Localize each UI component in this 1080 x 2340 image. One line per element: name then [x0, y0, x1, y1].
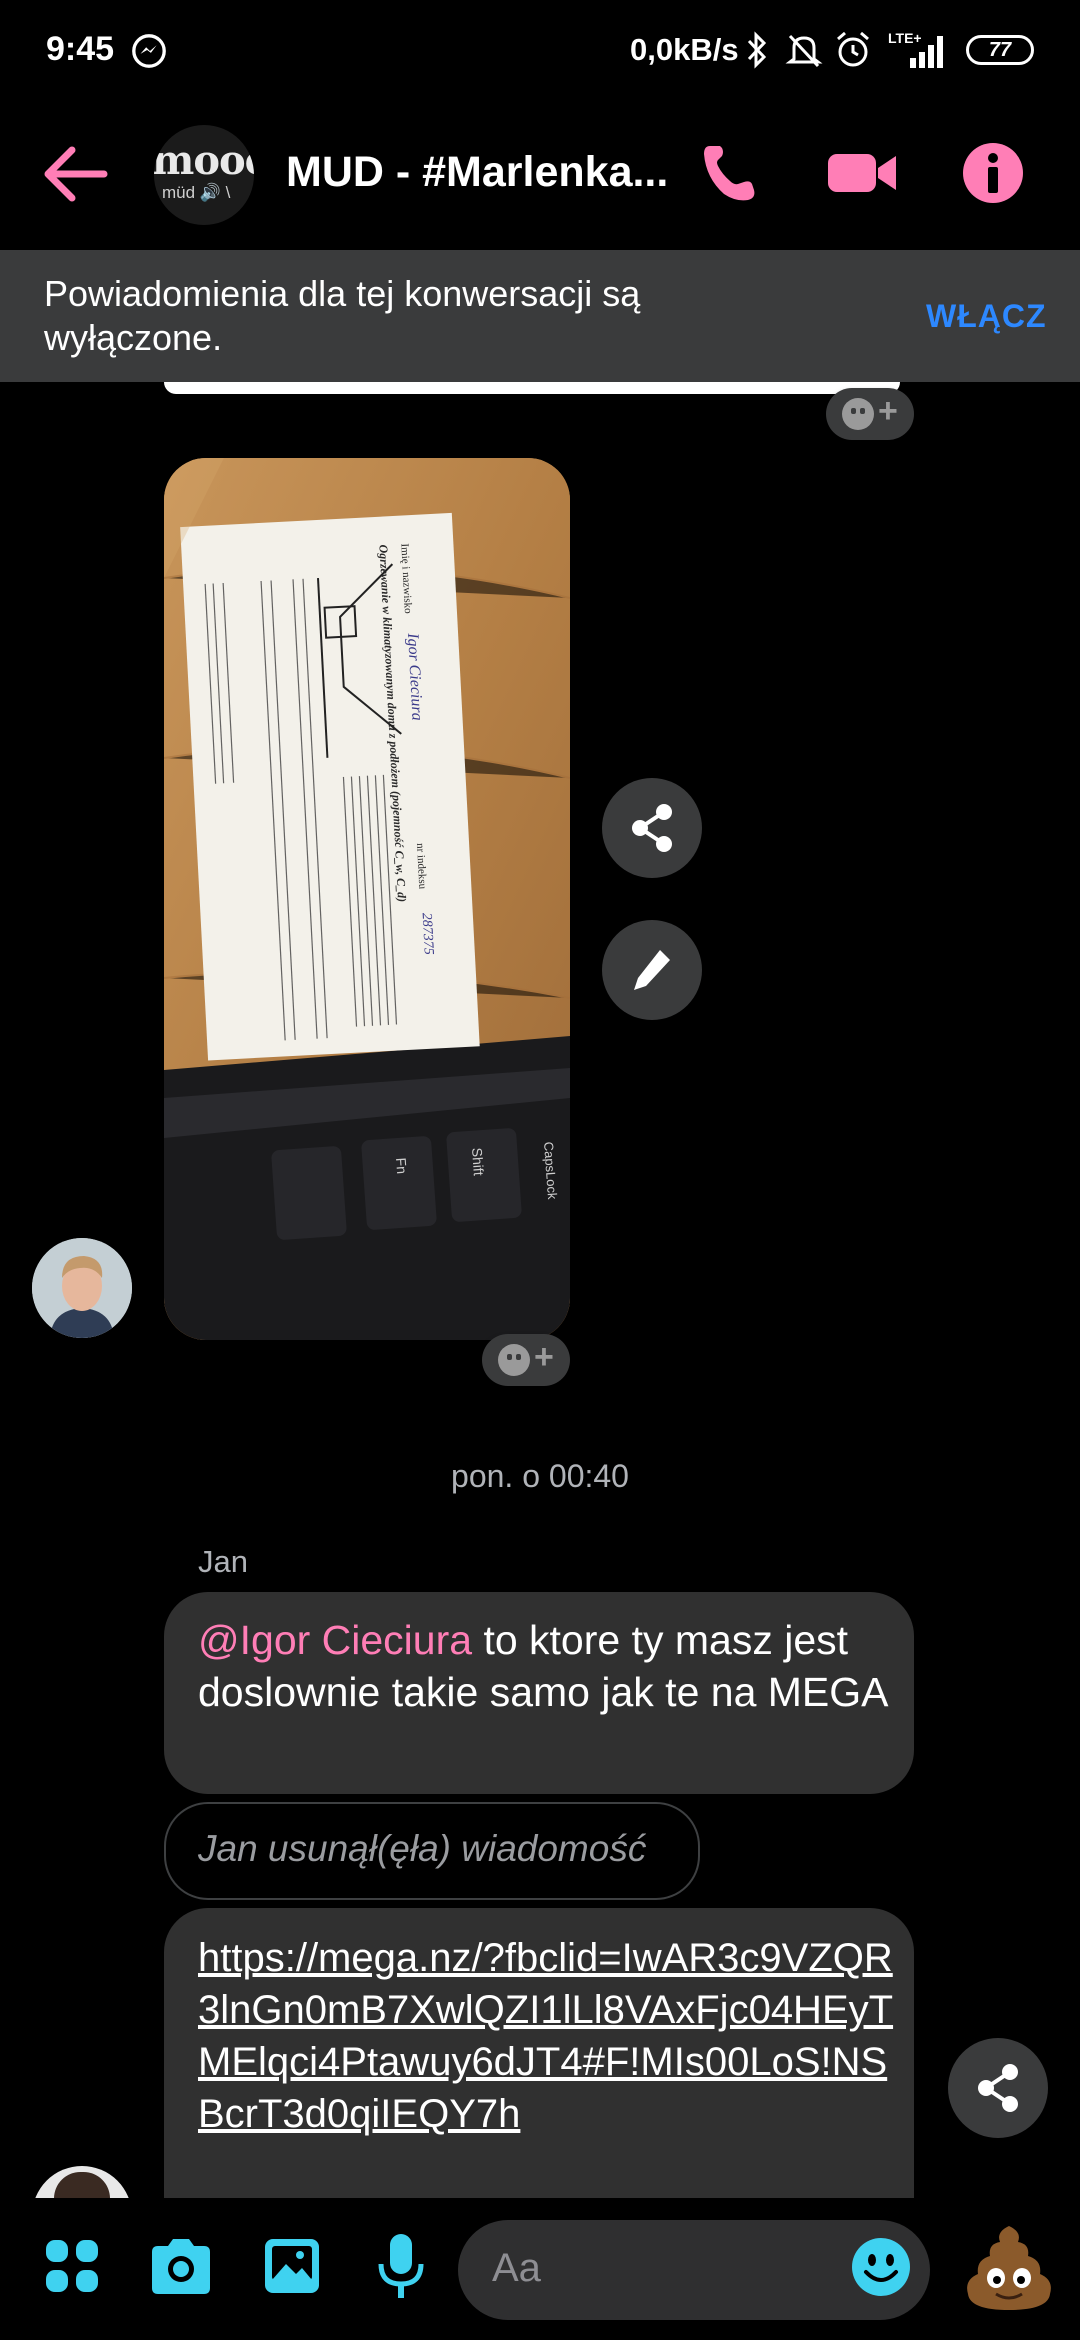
- poop-emoji-icon[interactable]: [962, 2222, 1056, 2316]
- avatar[interactable]: [32, 2166, 132, 2198]
- mention-link[interactable]: @Igor Cieciura: [198, 1617, 472, 1663]
- network-speed: 0,0kB/s: [630, 32, 739, 67]
- avatar-photo: [32, 1238, 132, 1338]
- avatar[interactable]: [32, 1238, 132, 1338]
- camera-icon[interactable]: [148, 2236, 214, 2296]
- message-timestamp: pon. o 00:40: [451, 1458, 629, 1494]
- video-call-icon[interactable]: [826, 140, 900, 206]
- share-icon: [978, 2064, 1018, 2112]
- pencil-icon: [634, 950, 670, 990]
- share-floating-button[interactable]: [948, 2038, 1048, 2138]
- mic-icon[interactable]: [376, 2232, 426, 2302]
- smile-icon: [498, 1344, 530, 1376]
- photo-message[interactable]: Fn Shift CapsLock Imię i nazwisko Igor C…: [164, 458, 570, 1340]
- more-icon[interactable]: [44, 2238, 100, 2294]
- photo-handwritten-index: 287375: [419, 912, 436, 955]
- group-avatar[interactable]: mooc müd 🔊 \: [154, 125, 254, 225]
- group-logo-subtext: müd 🔊 \: [162, 183, 231, 202]
- chat-title[interactable]: MUD - #Marlenka...: [286, 148, 686, 197]
- signal-icon: [910, 36, 943, 68]
- add-reaction-button-photo[interactable]: +: [482, 1334, 570, 1386]
- edit-photo-button[interactable]: [602, 920, 702, 1020]
- bluetooth-icon: [747, 31, 767, 69]
- previous-message-bubble[interactable]: [164, 382, 900, 394]
- enable-notifications-button[interactable]: WŁĄCZ: [926, 298, 1047, 335]
- photo-key-shift: Shift: [469, 1147, 487, 1176]
- share-button[interactable]: [602, 778, 702, 878]
- battery-indicator: 77: [966, 35, 1034, 65]
- photo-key-fn: Fn: [393, 1157, 410, 1174]
- info-icon[interactable]: [960, 140, 1026, 206]
- message-link[interactable]: https://mega.nz/?fbclid=IwAR3c9VZQR3lnGn…: [198, 1932, 898, 2140]
- alarm-icon: [837, 31, 869, 67]
- deleted-message-text: Jan usunął(ęła) wiadomość: [198, 1828, 647, 1869]
- sender-name: Jan: [198, 1544, 248, 1579]
- message-input-placeholder: Aa: [492, 2246, 541, 2290]
- add-reaction-button[interactable]: +: [826, 388, 914, 440]
- back-button[interactable]: [40, 142, 114, 206]
- emoji-icon[interactable]: [850, 2236, 912, 2298]
- notification-text: Powiadomienia dla tej konwersacji są wył…: [44, 273, 641, 358]
- status-time: 9:45: [46, 30, 115, 68]
- gallery-icon[interactable]: [262, 2236, 322, 2296]
- smile-icon: [842, 398, 874, 430]
- share-icon: [632, 804, 672, 852]
- photo-image: Fn Shift CapsLock Imię i nazwisko Igor C…: [164, 458, 570, 1340]
- messenger-icon: [132, 34, 166, 68]
- group-logo-text: mooc: [154, 137, 254, 184]
- message-text: @Igor Cieciura to ktore ty masz jest dos…: [198, 1614, 898, 1718]
- mute-bell-icon: [785, 34, 823, 68]
- phone-call-icon[interactable]: [696, 140, 762, 206]
- photo-index-label: nr indeksu: [414, 843, 428, 890]
